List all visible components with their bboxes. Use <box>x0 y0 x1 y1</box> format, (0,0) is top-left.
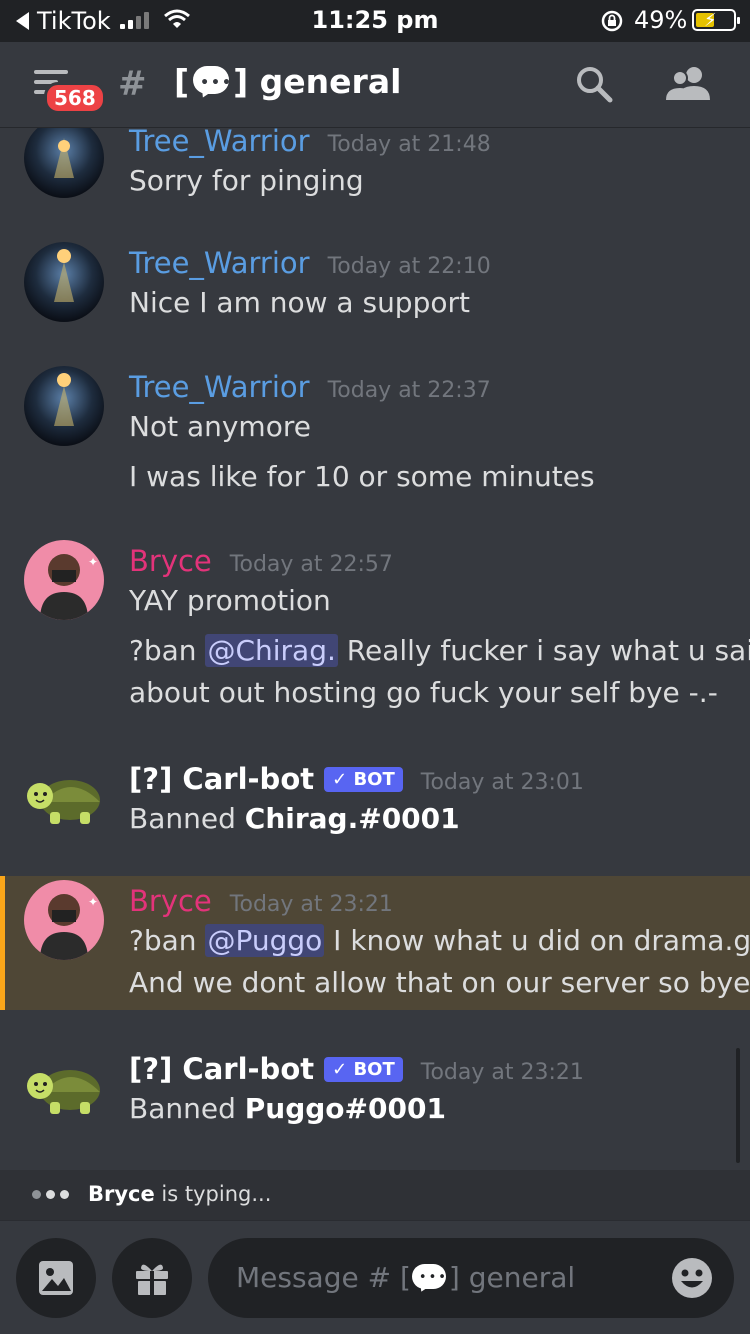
discord-app-screen: TikTok 11:25 pm 49% ⚡ 568 # [•••] gene… <box>0 0 750 1334</box>
message-input[interactable]: Message # [ ••• ] general <box>208 1238 734 1318</box>
avatar[interactable]: ✦ <box>24 880 104 960</box>
message-text: I was like for 10 or some minutes <box>129 460 595 493</box>
message-text: And we dont allow that on our server so … <box>129 966 750 999</box>
message-text: Banned Puggo#0001 <box>129 1092 446 1125</box>
attach-image-button[interactable] <box>16 1238 96 1318</box>
message-header: Tree_Warrior Today at 22:10 <box>129 246 491 280</box>
scrollbar[interactable] <box>736 1048 740 1163</box>
typing-text: Bryce is typing... <box>88 1182 271 1206</box>
message-header: Tree_Warrior Today at 21:48 <box>129 128 491 158</box>
user-mention[interactable]: @Puggo <box>205 924 325 957</box>
banned-user: Chirag.#0001 <box>244 802 460 835</box>
bot-tag: ✓ BOT <box>324 767 403 792</box>
bot-tag: ✓ BOT <box>324 1057 403 1082</box>
avatar[interactable] <box>24 366 104 446</box>
timestamp: Today at 22:57 <box>229 552 393 577</box>
search-icon[interactable] <box>574 64 614 104</box>
text-fragment: I know what u did on drama.gg <box>324 924 750 957</box>
channel-title-prefix: [ <box>174 62 190 101</box>
timestamp: Today at 23:21 <box>420 1060 584 1085</box>
message-header: Tree_Warrior Today at 22:37 <box>129 370 491 404</box>
message-header: Bryce Today at 23:21 <box>129 884 393 918</box>
members-icon[interactable] <box>664 64 714 104</box>
svg-text:✦: ✦ <box>88 895 98 909</box>
text-fragment: ?ban <box>129 924 206 957</box>
message-header: [?] Carl-bot ✓ BOT Today at 23:01 <box>129 762 584 796</box>
username[interactable]: [?] Carl-bot <box>129 1052 314 1086</box>
rotation-lock-icon <box>601 10 623 32</box>
speech-bubble-icon: ••• <box>411 1262 449 1294</box>
typing-indicator: Bryce is typing... <box>0 1170 750 1220</box>
message-header: Bryce Today at 22:57 <box>129 544 393 578</box>
image-icon <box>39 1261 73 1295</box>
message-header: [?] Carl-bot ✓ BOT Today at 23:21 <box>129 1052 584 1086</box>
message-group[interactable]: [?] Carl-bot ✓ BOT Today at 23:21 Banned… <box>0 1046 750 1146</box>
text-fragment: ?ban <box>129 634 206 667</box>
highlighted-message[interactable]: ✦ Bryce Today at 23:21 ?ban @Puggo I kno… <box>0 876 750 1010</box>
username[interactable]: Tree_Warrior <box>129 246 310 280</box>
timestamp: Today at 23:01 <box>420 770 584 795</box>
timestamp: Today at 23:21 <box>229 892 393 917</box>
turtle-avatar[interactable] <box>24 764 104 844</box>
banned-user: Puggo#0001 <box>244 1092 446 1125</box>
user-mention[interactable]: @Chirag. <box>205 634 338 667</box>
message-input-placeholder: Message # [ ••• ] general <box>236 1261 575 1294</box>
typing-dots-icon <box>32 1190 69 1199</box>
username[interactable]: [?] Carl-bot <box>129 762 314 796</box>
emoji-icon[interactable] <box>670 1256 714 1300</box>
timestamp: Today at 21:48 <box>327 132 491 157</box>
timestamp: Today at 22:37 <box>327 378 491 403</box>
message-group[interactable]: Tree_Warrior Today at 22:10 Nice I am no… <box>0 240 750 340</box>
message-text: about out hosting go fuck your self bye … <box>129 676 718 709</box>
speech-bubble-icon: ••• <box>191 64 231 100</box>
battery-charging-icon: ⚡ <box>692 9 740 31</box>
avatar[interactable] <box>24 242 104 322</box>
message-text: Nice I am now a support <box>129 286 470 319</box>
gift-icon <box>136 1264 168 1295</box>
message-group[interactable]: ✦ Bryce Today at 22:57 YAY promotion ?ba… <box>0 538 750 718</box>
channel-header: 568 # [ ••• ] general <box>0 42 750 128</box>
message-text: ?ban @Puggo I know what u did on drama.g… <box>129 924 750 957</box>
username[interactable]: Bryce <box>129 544 212 578</box>
hash-icon: # <box>118 64 147 104</box>
svg-text:✦: ✦ <box>88 555 98 569</box>
message-text: ?ban @Chirag. Really fucker i say what u… <box>129 634 750 667</box>
placeholder-suffix: ] general <box>448 1261 576 1294</box>
status-bar: TikTok 11:25 pm 49% ⚡ <box>0 0 750 42</box>
message-group[interactable]: [?] Carl-bot ✓ BOT Today at 23:01 Banned… <box>0 756 750 856</box>
turtle-avatar[interactable] <box>24 1054 104 1134</box>
message-composer: Message # [ ••• ] general <box>0 1220 750 1334</box>
avatar[interactable] <box>24 128 104 198</box>
typing-suffix: is typing... <box>154 1182 272 1206</box>
username[interactable]: Tree_Warrior <box>129 128 310 158</box>
message-text: Banned Chirag.#0001 <box>129 802 460 835</box>
message-list[interactable]: Tree_Warrior Today at 21:48 Sorry for pi… <box>0 128 750 1170</box>
message-group[interactable]: Tree_Warrior Today at 22:37 Not anymore … <box>0 364 750 504</box>
message-text: YAY promotion <box>129 584 331 617</box>
battery-percent: 49% <box>634 6 688 34</box>
channel-title-name: ] general <box>233 62 402 101</box>
text-fragment: Banned <box>129 802 245 835</box>
text-fragment: Really fucker i say what u said <box>337 634 750 667</box>
channel-title: [ ••• ] general <box>174 62 401 101</box>
avatar[interactable]: ✦ <box>24 540 104 620</box>
username[interactable]: Bryce <box>129 884 212 918</box>
unread-badge: 568 <box>44 82 106 114</box>
username[interactable]: Tree_Warrior <box>129 370 310 404</box>
text-fragment: Banned <box>129 1092 245 1125</box>
message-text: Not anymore <box>129 410 311 443</box>
placeholder-prefix: Message # [ <box>236 1261 411 1294</box>
message-group[interactable]: Tree_Warrior Today at 21:48 Sorry for pi… <box>0 128 750 218</box>
timestamp: Today at 22:10 <box>327 254 491 279</box>
typing-user: Bryce <box>88 1182 155 1206</box>
gift-button[interactable] <box>112 1238 192 1318</box>
message-text: Sorry for pinging <box>129 164 364 197</box>
